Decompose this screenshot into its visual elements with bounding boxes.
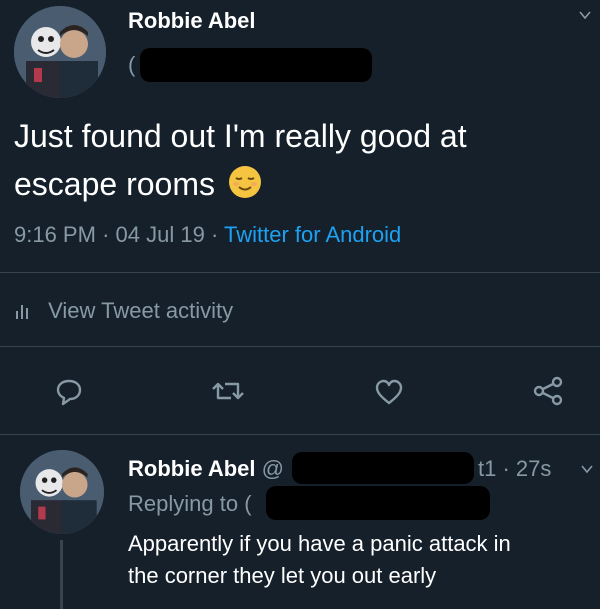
- tweet-text-line-2: escape rooms: [14, 160, 589, 212]
- replying-to-label: Replying to: [128, 491, 239, 516]
- redacted-replying-handle: [266, 486, 490, 520]
- chevron-down-icon[interactable]: [580, 462, 594, 476]
- reply-header: Robbie Abel @: [128, 456, 284, 482]
- reply-author-name[interactable]: Robbie Abel: [128, 456, 256, 481]
- divider: [0, 434, 600, 435]
- meta-separator: ·: [210, 222, 219, 247]
- reply-handle-prefix: @: [261, 456, 284, 481]
- like-icon[interactable]: [374, 378, 404, 406]
- retweet-icon[interactable]: [211, 376, 245, 406]
- tweet-text-line-2-text: escape rooms: [14, 166, 215, 202]
- relieved-face-emoji: [228, 164, 262, 212]
- reply-avatar[interactable]: [20, 450, 104, 534]
- view-tweet-activity-label: View Tweet activity: [48, 298, 234, 323]
- share-icon[interactable]: [532, 376, 564, 406]
- reply-text-line-1: Apparently if you have a panic attack in: [128, 531, 511, 556]
- tweet-meta: 9:16 PM · 04 Jul 19 · Twitter for Androi…: [14, 222, 401, 248]
- tweet-date: 04 Jul 19: [115, 222, 205, 247]
- thread-line: [60, 540, 63, 609]
- bar-chart-icon: [14, 300, 32, 326]
- tweet-source-link[interactable]: Twitter for Android: [224, 222, 401, 247]
- handle-prefix: (: [128, 52, 136, 77]
- redacted-handle: [140, 48, 372, 82]
- tweet-text: Just found out I'm really good at escape…: [14, 112, 589, 212]
- reply-text: Apparently if you have a panic attack in…: [128, 528, 598, 592]
- author-name[interactable]: Robbie Abel: [128, 8, 256, 34]
- tweet-time: 9:16 PM: [14, 222, 96, 247]
- reply-icon[interactable]: [54, 376, 84, 406]
- reply-timestamp: t1 · 27s: [478, 456, 552, 481]
- replying-to-prefix: (: [244, 491, 252, 516]
- meta-separator: ·: [102, 222, 110, 247]
- divider: [0, 346, 600, 347]
- chevron-down-icon[interactable]: [578, 8, 592, 22]
- view-tweet-activity[interactable]: View Tweet activity: [14, 298, 233, 326]
- divider: [0, 272, 600, 273]
- reply-text-line-2: the corner they let you out early: [128, 563, 437, 588]
- tweet-text-line-1: Just found out I'm really good at: [14, 118, 467, 154]
- redacted-reply-handle: [292, 452, 474, 484]
- avatar[interactable]: [14, 6, 106, 98]
- replying-to: Replying to (: [128, 491, 252, 517]
